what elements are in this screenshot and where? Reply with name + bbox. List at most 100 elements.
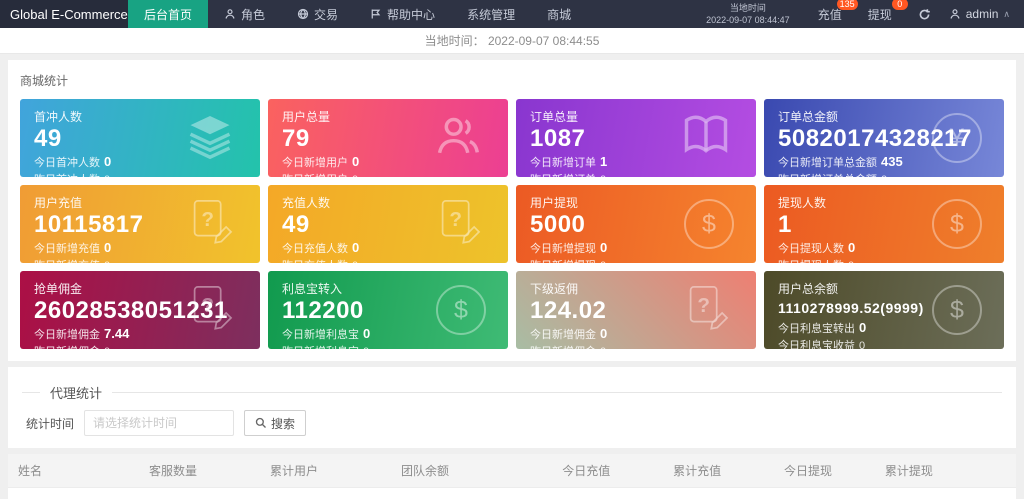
nav-item-4[interactable]: 系统管理 — [451, 0, 531, 28]
table-header-row: 姓名 客服数量 累计用户 团队余额 今日充值 累计充值 今日提现 累计提现 — [8, 454, 1016, 488]
stat-card-7: 提现人数1今日提现人数0昨日提现人数0$ — [764, 185, 1004, 263]
recharge-badge: 135 — [836, 0, 858, 10]
table-header-cell: 累计提现 — [874, 454, 1016, 488]
stat-card-4: 用户充值10115817今日新增充值0昨日新增充值0? — [20, 185, 260, 263]
stat-card-line2: 昨日新增订单0 — [530, 171, 742, 177]
table-header-cell: 累计用户 — [259, 454, 392, 488]
stat-card-line2: 昨日首冲人数0 — [34, 171, 246, 177]
local-time-block: 当地时间 2022-09-07 08:44:47 — [696, 2, 800, 26]
file-question-icon: ? — [682, 283, 734, 338]
local-time-text: 当地时间： 2022-09-07 08:44:55 — [424, 34, 600, 48]
svg-text:?: ? — [201, 208, 214, 231]
withdraw-label: 提现 — [867, 7, 892, 22]
nav-item-2[interactable]: 交易 — [281, 0, 354, 28]
table-cell: 1110145506.54 — [391, 487, 553, 499]
dollar-circle-icon: $ — [436, 285, 486, 335]
dollar-circle-icon: $ — [932, 285, 982, 335]
svg-text:?: ? — [697, 294, 710, 317]
local-time-value: 2022-09-07 08:44:47 — [706, 15, 790, 25]
user-icon — [950, 9, 960, 19]
nav-item-label: 帮助中心 — [387, 7, 436, 22]
stat-card-11: 用户总余额 1110278999.52(9999) 今日利息宝转出 0 今日利息宝收益 0… — [764, 271, 1004, 349]
agent-section-title: 代理统计 — [50, 386, 103, 401]
stat-card-line2: 昨日新增利息宝0 — [282, 343, 494, 349]
withdraw-nav-item[interactable]: 提现 0 — [867, 0, 908, 23]
nav-item-3[interactable]: 帮助中心 — [354, 0, 451, 28]
file-question-icon: ? — [186, 283, 238, 338]
dollar-circle-icon: $ — [684, 199, 734, 249]
search-icon — [255, 417, 266, 428]
stats-cards: 首冲人数49今日首冲人数0昨日首冲人数0用户总量79今日新增用户0昨日新增用户0… — [20, 99, 1004, 349]
stat-card-line2: 昨日新增提现0 — [530, 257, 742, 263]
nav-item-label: 商城 — [547, 7, 572, 22]
stat-card-line2: 今日利息宝收益 0 — [778, 340, 866, 349]
table-cell: 5 — [259, 487, 392, 499]
stat-card-1: 用户总量79今日新增用户0昨日新增用户0 — [268, 99, 508, 177]
table-cell: 5000 — [874, 487, 1016, 499]
layers-icon — [182, 110, 238, 167]
table-header-cell: 今日提现 — [774, 454, 875, 488]
stat-time-label: 统计时间 — [26, 416, 75, 431]
recharge-nav-item[interactable]: 充值 135 — [817, 0, 858, 23]
agent-table: 姓名客服数量累计用户团队余额今日充值累计充值今日提现累计提现 ceshidail… — [8, 454, 1016, 499]
recharge-label: 充值 — [817, 7, 842, 22]
top-navbar: Global E-Commerce... 后台首页 角色 交易 帮助中心 系统管理 商城 … — [0, 0, 1024, 28]
table-cell: 0 — [552, 487, 664, 499]
book-icon — [678, 110, 734, 167]
users-icon — [430, 110, 486, 167]
table-header-cell: 累计充值 — [663, 454, 775, 488]
table-cell: 0 — [774, 487, 875, 499]
nav-item-0[interactable]: 后台首页 — [128, 0, 209, 28]
nav-item-label: 交易 — [314, 7, 339, 22]
dollar-circle-icon: $ — [932, 199, 982, 249]
globe-icon — [297, 8, 309, 20]
stat-card-0: 首冲人数49今日首冲人数0昨日首冲人数0 — [20, 99, 260, 177]
table-cell: ceshidaili — [8, 487, 140, 499]
nav-item-1[interactable]: 角色 — [208, 0, 281, 28]
table-cell: 1 — [139, 487, 260, 499]
stat-card-line2: 昨日新增订单总金额0 — [778, 171, 990, 177]
file-question-icon: ? — [186, 197, 238, 252]
table-header-cell: 客服数量 — [139, 454, 260, 488]
user-icon — [224, 8, 236, 20]
stat-card-2: 订单总量1087今日新增订单1昨日新增订单0 — [516, 99, 756, 177]
stat-card-8: 抢单佣金26028538051231今日新增佣金7.44昨日新增佣金0? — [20, 271, 260, 349]
nav-item-5[interactable]: 商城 — [531, 0, 587, 28]
refresh-icon[interactable] — [918, 8, 931, 21]
local-time-label: 当地时间 — [729, 2, 766, 13]
nav-item-label: 角色 — [241, 7, 266, 22]
stat-card-10: 下级返佣124.02今日新增佣金0昨日新增佣金0? — [516, 271, 756, 349]
table-header-cell: 今日充值 — [552, 454, 664, 488]
table-cell: 8500 — [663, 487, 775, 499]
table-header-cell: 团队余额 — [391, 454, 553, 488]
withdraw-badge: 0 — [891, 0, 908, 10]
stats-section-title: 商城统计 — [20, 74, 69, 88]
stat-card-3: 订单总金额50820174328217今日新增订单总金额435昨日新增订单总金额… — [764, 99, 1004, 177]
stat-time-input[interactable] — [84, 410, 235, 436]
stat-card-line2: 昨日充值人数0 — [282, 257, 494, 263]
agent-fieldset: 代理统计 — [22, 383, 1002, 402]
stats-panel: 商城统计 首冲人数49今日首冲人数0昨日首冲人数0用户总量79今日新增用户0昨日… — [8, 60, 1016, 361]
username: admin — [965, 7, 999, 21]
stat-card-line2: 昨日新增佣金0 — [34, 343, 246, 349]
stat-card-9: 利息宝转入112200今日新增利息宝0昨日新增利息宝0$ — [268, 271, 508, 349]
file-question-icon: ? — [434, 197, 486, 252]
nav-item-label: 系统管理 — [467, 7, 516, 22]
stat-card-line2: 昨日提现人数0 — [778, 257, 990, 263]
navbar-right: 当地时间 2022-09-07 08:44:47 充值 135 提现 0 adm… — [696, 0, 1024, 28]
stat-card-5: 充值人数49今日充值人数0昨日充值人数0? — [268, 185, 508, 263]
flag-icon — [370, 8, 382, 20]
table-body: ceshidaili151110145506.540850005000ceshi… — [8, 487, 1016, 499]
stat-card-6: 用户提现5000今日新增提现0昨日新增提现0$ — [516, 185, 756, 263]
yen-circle-icon: ¥ — [932, 113, 982, 163]
user-menu[interactable]: admin ∧ — [949, 7, 1010, 21]
brand-title: Global E-Commerce... — [0, 0, 128, 28]
agent-table-panel: 姓名客服数量累计用户团队余额今日充值累计充值今日提现累计提现 ceshidail… — [8, 454, 1016, 499]
search-button[interactable]: 搜索 — [244, 410, 307, 436]
stat-card-line2: 昨日新增充值0 — [34, 257, 246, 263]
local-time-bar: 当地时间： 2022-09-07 08:44:55 — [0, 28, 1024, 54]
agent-panel: 代理统计 统计时间 搜索 — [8, 367, 1016, 448]
search-button-label: 搜索 — [271, 416, 296, 431]
chevron-up-icon: ∧ — [1003, 8, 1010, 19]
nav-menu: 后台首页 角色 交易 帮助中心 系统管理 商城 — [128, 0, 587, 28]
